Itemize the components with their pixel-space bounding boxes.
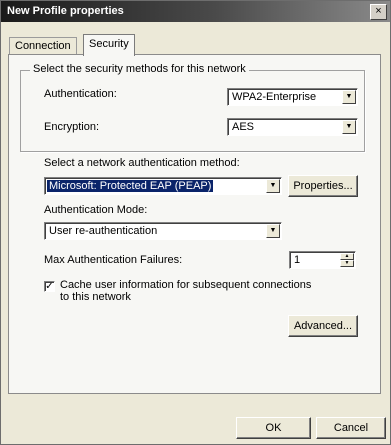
max-failures-spinner[interactable]: 1 ▲ ▼ [289,251,356,269]
encryption-value: AES [232,121,255,133]
encryption-select[interactable]: AES ▼ [227,118,358,136]
auth-method-label: Select a network authentication method: [44,157,240,169]
cache-label-line1: Cache user information for subsequent co… [60,279,312,291]
cancel-button[interactable]: Cancel [316,417,386,439]
spin-up-icon[interactable]: ▲ [340,253,354,260]
properties-button[interactable]: Properties... [288,175,358,197]
advanced-button[interactable]: Advanced... [288,315,358,337]
ok-button[interactable]: OK [236,417,311,439]
spin-down-icon[interactable]: ▼ [340,260,354,267]
auth-method-select[interactable]: Microsoft: Protected EAP (PEAP) ▼ [44,177,282,195]
security-methods-group [20,70,365,152]
chevron-down-icon[interactable]: ▼ [342,120,356,134]
chevron-down-icon[interactable]: ▼ [266,179,280,193]
authentication-select[interactable]: WPA2-Enterprise ▼ [227,88,358,106]
auth-mode-value: User re-authentication [49,225,158,237]
tab-security[interactable]: Security [83,34,135,56]
authentication-value: WPA2-Enterprise [232,91,317,103]
auth-method-value: Microsoft: Protected EAP (PEAP) [47,180,214,192]
title-bar[interactable]: New Profile properties × [1,1,390,22]
close-button[interactable]: × [370,4,387,20]
chevron-down-icon[interactable]: ▼ [342,90,356,104]
window-title: New Profile properties [7,5,124,17]
max-failures-label: Max Authentication Failures: [44,254,183,266]
chevron-down-icon[interactable]: ▼ [266,224,280,238]
encryption-label: Encryption: [44,121,100,133]
tab-connection[interactable]: Connection [9,37,77,55]
cache-checkbox[interactable]: ✓ [44,281,55,292]
auth-mode-label: Authentication Mode: [44,204,148,216]
max-failures-value: 1 [294,254,301,266]
security-methods-legend: Select the security methods for this net… [30,63,249,75]
auth-mode-select[interactable]: User re-authentication ▼ [44,222,282,240]
cache-label-line2: to this network [60,291,131,303]
authentication-label: Authentication: [44,88,117,100]
